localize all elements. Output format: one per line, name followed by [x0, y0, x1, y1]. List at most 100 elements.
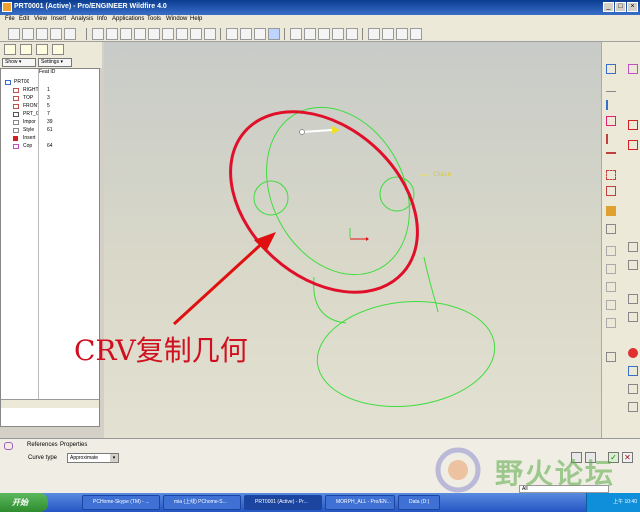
reorient-icon[interactable] [176, 28, 188, 40]
tree-row[interactable]: Style 61 [1, 127, 99, 135]
curve-tool-icon[interactable] [606, 152, 616, 162]
thicken-tool-icon[interactable] [628, 312, 638, 322]
round-tool-icon[interactable] [606, 300, 616, 310]
zoom-out-icon[interactable] [148, 28, 160, 40]
scene-icon[interactable] [628, 384, 638, 394]
datum-axis-tool-icon[interactable] [606, 82, 616, 92]
settings-dropdown[interactable]: Settings ▾ [38, 58, 72, 67]
connecting-curve-right [423, 256, 439, 313]
rib-tool-icon[interactable] [606, 264, 616, 274]
folder-browser-icon[interactable] [20, 44, 32, 55]
zoom-in-icon[interactable] [134, 28, 146, 40]
maximize-button[interactable]: □ [615, 2, 626, 12]
context-help-icon[interactable] [382, 28, 394, 40]
menu-applications[interactable]: Applications [112, 16, 144, 22]
point-tool-icon[interactable] [606, 170, 616, 180]
chevron-down-icon: ▾ [110, 454, 118, 462]
appearance-icon[interactable] [628, 366, 638, 376]
tree-row[interactable]: PRT_C 7 [1, 111, 99, 119]
clock[interactable]: 上午 10:40 [613, 499, 637, 505]
show-dropdown[interactable]: Show ▾ [2, 58, 36, 67]
curve-type-select[interactable]: Approximate ▾ [67, 453, 119, 463]
tab-references[interactable]: References [27, 442, 58, 448]
tree-row[interactable]: Impor 39 [1, 119, 99, 127]
taskbar-item[interactable]: PCHome-Skype (TM) - ... [82, 495, 160, 510]
tree-row[interactable]: FRONT 5 [1, 103, 99, 111]
hole-tool-icon[interactable] [606, 224, 616, 234]
menu-window[interactable]: Window [166, 16, 187, 22]
draft-tool-icon[interactable] [606, 282, 616, 292]
model-tree-tab-icon[interactable] [4, 44, 16, 55]
extrude-tool-icon[interactable] [606, 116, 616, 126]
style-tool-icon[interactable] [606, 206, 616, 216]
feat-id-column-header[interactable]: Feat ID [39, 69, 55, 75]
title-bar[interactable]: PRT0001 (Active) - Pro/ENGINEER Wildfire… [0, 0, 640, 15]
taskbar-item[interactable]: Data (D:) [398, 495, 440, 510]
tree-row-id: 3 [47, 95, 50, 101]
redraw-icon[interactable] [92, 28, 104, 40]
print-icon[interactable] [628, 402, 638, 412]
offset-tool-icon[interactable] [628, 294, 638, 304]
datum-planes-icon[interactable] [290, 28, 302, 40]
shading-icon[interactable] [268, 28, 280, 40]
variable-sweep-icon[interactable] [628, 120, 638, 130]
close-button[interactable]: × [627, 2, 638, 12]
no-hidden-icon[interactable] [254, 28, 266, 40]
tree-row[interactable]: Cop 64 [1, 143, 99, 151]
orient-mode-icon[interactable] [120, 28, 132, 40]
menu-tools[interactable]: Tools [147, 16, 161, 22]
tree-row[interactable]: PRT0001. [1, 79, 99, 87]
trim-tool-icon[interactable] [628, 260, 638, 270]
boundary-blend-icon[interactable] [628, 64, 638, 74]
chamfer-tool-icon[interactable] [606, 318, 616, 328]
tree-row[interactable]: Insert [1, 135, 99, 143]
revolve-tool-icon[interactable] [606, 134, 616, 144]
navigator-tabs [0, 42, 102, 57]
tree-row[interactable]: TOP 3 [1, 95, 99, 103]
menu-insert[interactable]: Insert [51, 16, 66, 22]
favorites-icon[interactable] [36, 44, 48, 55]
redo-icon[interactable] [22, 28, 34, 40]
pattern-tool-icon[interactable] [606, 352, 616, 362]
start-button[interactable]: 开始 [0, 493, 48, 512]
tree-row[interactable]: RIGHT 1 [1, 87, 99, 95]
coordinate-systems-icon[interactable] [332, 28, 344, 40]
swept-blend-icon[interactable] [628, 140, 638, 150]
rendering-icon[interactable] [628, 348, 638, 358]
taskbar-item[interactable]: MORPH_ALL - Pro/EN... [325, 495, 395, 510]
close-window-icon[interactable] [410, 28, 422, 40]
taskbar-item[interactable]: mia (上线) PChome-S... [163, 495, 241, 510]
merge-tool-icon[interactable] [628, 242, 638, 252]
minimize-button[interactable]: _ [603, 2, 614, 12]
shell-tool-icon[interactable] [606, 246, 616, 256]
taskbar-item[interactable]: PRT0001 (Active) - Pr... [244, 495, 322, 510]
connections-icon[interactable] [52, 44, 64, 55]
menu-edit[interactable]: Edit [19, 16, 29, 22]
tab-properties[interactable]: Properties [60, 442, 87, 448]
menu-info[interactable]: Info [97, 16, 107, 22]
saved-views-icon[interactable] [190, 28, 202, 40]
datum-axes-icon[interactable] [304, 28, 316, 40]
annotations-icon[interactable] [346, 28, 358, 40]
hidden-line-icon[interactable] [240, 28, 252, 40]
spin-center-icon[interactable] [106, 28, 118, 40]
menu-view[interactable]: View [34, 16, 47, 22]
sketch-tool-icon[interactable] [606, 100, 616, 110]
menu-analysis[interactable]: Analysis [71, 16, 93, 22]
menu-help[interactable]: Help [190, 16, 202, 22]
refit-icon[interactable] [162, 28, 174, 40]
datum-points-icon[interactable] [318, 28, 330, 40]
wireframe-icon[interactable] [226, 28, 238, 40]
datum-plane-tool-icon[interactable] [606, 64, 616, 74]
menu-file[interactable]: File [5, 16, 15, 22]
graphics-viewport[interactable]: Chain CRV复制几何 [74, 42, 601, 438]
csys-tool-icon[interactable] [606, 186, 616, 196]
pointer-help-icon[interactable] [396, 28, 408, 40]
find-icon[interactable] [50, 28, 62, 40]
layers-icon[interactable] [204, 28, 216, 40]
cut-icon[interactable] [36, 28, 48, 40]
model-player-icon[interactable] [368, 28, 380, 40]
undo-icon[interactable] [8, 28, 20, 40]
select-dropdown-icon[interactable] [64, 28, 76, 40]
tree-horizontal-scrollbar[interactable] [1, 399, 99, 408]
